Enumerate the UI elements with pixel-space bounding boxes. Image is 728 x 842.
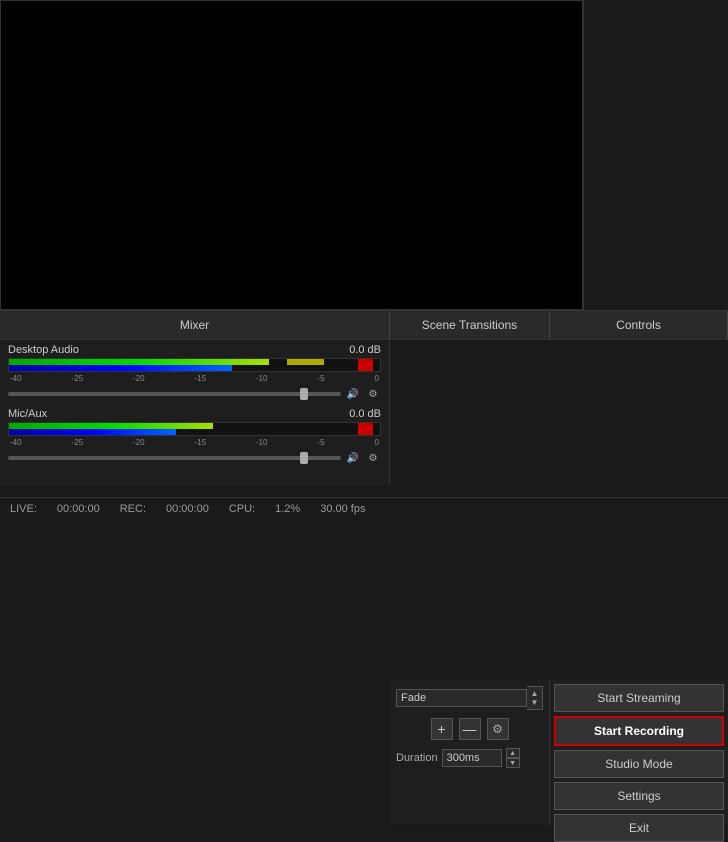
cpu-label: CPU: — [229, 503, 255, 515]
live-time: 00:00:00 — [57, 503, 100, 515]
transitions-section-header: Scene Transitions — [390, 311, 550, 339]
mixer-area: Desktop Audio 0.0 dB -40 -25 -20 -15 -10… — [0, 340, 390, 485]
desktop-audio-slider-thumb — [300, 388, 308, 400]
start-recording-button[interactable]: Start Recording — [554, 716, 724, 746]
duration-arrows: ▲ ▼ — [506, 748, 520, 768]
mic-aux-slider-thumb — [300, 452, 308, 464]
cpu-value: 1.2% — [275, 503, 300, 515]
mic-aux-controls: 🔊 ⚙ — [8, 450, 381, 466]
start-streaming-button[interactable]: Start Streaming — [554, 684, 724, 712]
duration-down-btn[interactable]: ▼ — [506, 758, 520, 768]
studio-mode-button[interactable]: Studio Mode — [554, 750, 724, 778]
section-headers: Mixer Scene Transitions Controls — [0, 310, 728, 340]
transitions-area: Fade ▲ ▼ + — ⚙ Duration ▲ ▼ — [390, 680, 550, 825]
duration-row: Duration ▲ ▼ — [396, 748, 543, 768]
desktop-audio-slider[interactable] — [8, 392, 341, 396]
preview-area — [0, 0, 728, 310]
duration-input[interactable] — [442, 749, 502, 767]
controls-section-header: Controls — [550, 311, 728, 339]
live-label: LIVE: — [10, 503, 37, 515]
mic-aux-mute-btn[interactable]: 🔊 — [345, 450, 361, 466]
controls-area: Start Streaming Start Recording Studio M… — [550, 680, 728, 825]
desktop-audio-scale: -40 -25 -20 -15 -10 -5 0 — [8, 374, 381, 383]
mic-aux-db: 0.0 dB — [349, 408, 381, 420]
desktop-audio-meter — [8, 358, 381, 372]
mic-aux-header: Mic/Aux 0.0 dB — [8, 408, 381, 420]
desktop-meter-blue — [9, 365, 232, 371]
desktop-meter-red — [358, 359, 373, 371]
add-transition-btn[interactable]: + — [431, 718, 453, 740]
desktop-audio-label: Desktop Audio — [8, 344, 79, 356]
transition-controls: + — ⚙ — [396, 718, 543, 740]
mixer-section-header: Mixer — [0, 311, 390, 339]
mic-aux-channel: Mic/Aux 0.0 dB -40 -25 -20 -15 -10 -5 0 — [8, 408, 381, 466]
status-bar: LIVE: 00:00:00 REC: 00:00:00 CPU: 1.2% 3… — [0, 497, 728, 519]
mic-meter-red — [358, 423, 373, 435]
rec-label: REC: — [120, 503, 146, 515]
mic-aux-slider[interactable] — [8, 456, 341, 460]
duration-label: Duration — [396, 752, 438, 764]
main-preview — [0, 0, 583, 310]
mic-meter-blue — [9, 429, 176, 435]
main-content: Desktop Audio 0.0 dB -40 -25 -20 -15 -10… — [0, 340, 728, 485]
settings-button[interactable]: Settings — [554, 782, 724, 810]
mic-aux-label: Mic/Aux — [8, 408, 47, 420]
fade-select-row: Fade ▲ ▼ — [396, 686, 543, 710]
desktop-meter-yellow — [287, 359, 324, 365]
remove-transition-btn[interactable]: — — [459, 718, 481, 740]
exit-button[interactable]: Exit — [554, 814, 724, 842]
desktop-audio-db: 0.0 dB — [349, 344, 381, 356]
desktop-audio-channel: Desktop Audio 0.0 dB -40 -25 -20 -15 -10… — [8, 344, 381, 402]
mic-aux-scale: -40 -25 -20 -15 -10 -5 0 — [8, 438, 381, 447]
mic-aux-meter — [8, 422, 381, 436]
transition-settings-btn[interactable]: ⚙ — [487, 718, 509, 740]
side-panel — [583, 0, 728, 310]
duration-up-btn[interactable]: ▲ — [506, 748, 520, 758]
transition-type-select[interactable]: Fade — [396, 689, 527, 707]
desktop-audio-settings-btn[interactable]: ⚙ — [365, 386, 381, 402]
mic-aux-settings-btn[interactable]: ⚙ — [365, 450, 381, 466]
desktop-audio-controls: 🔊 ⚙ — [8, 386, 381, 402]
fps-value: 30.00 fps — [320, 503, 365, 515]
rec-time: 00:00:00 — [166, 503, 209, 515]
desktop-audio-mute-btn[interactable]: 🔊 — [345, 386, 361, 402]
transition-select-arrow[interactable]: ▲ ▼ — [527, 686, 543, 710]
desktop-audio-header: Desktop Audio 0.0 dB — [8, 344, 381, 356]
